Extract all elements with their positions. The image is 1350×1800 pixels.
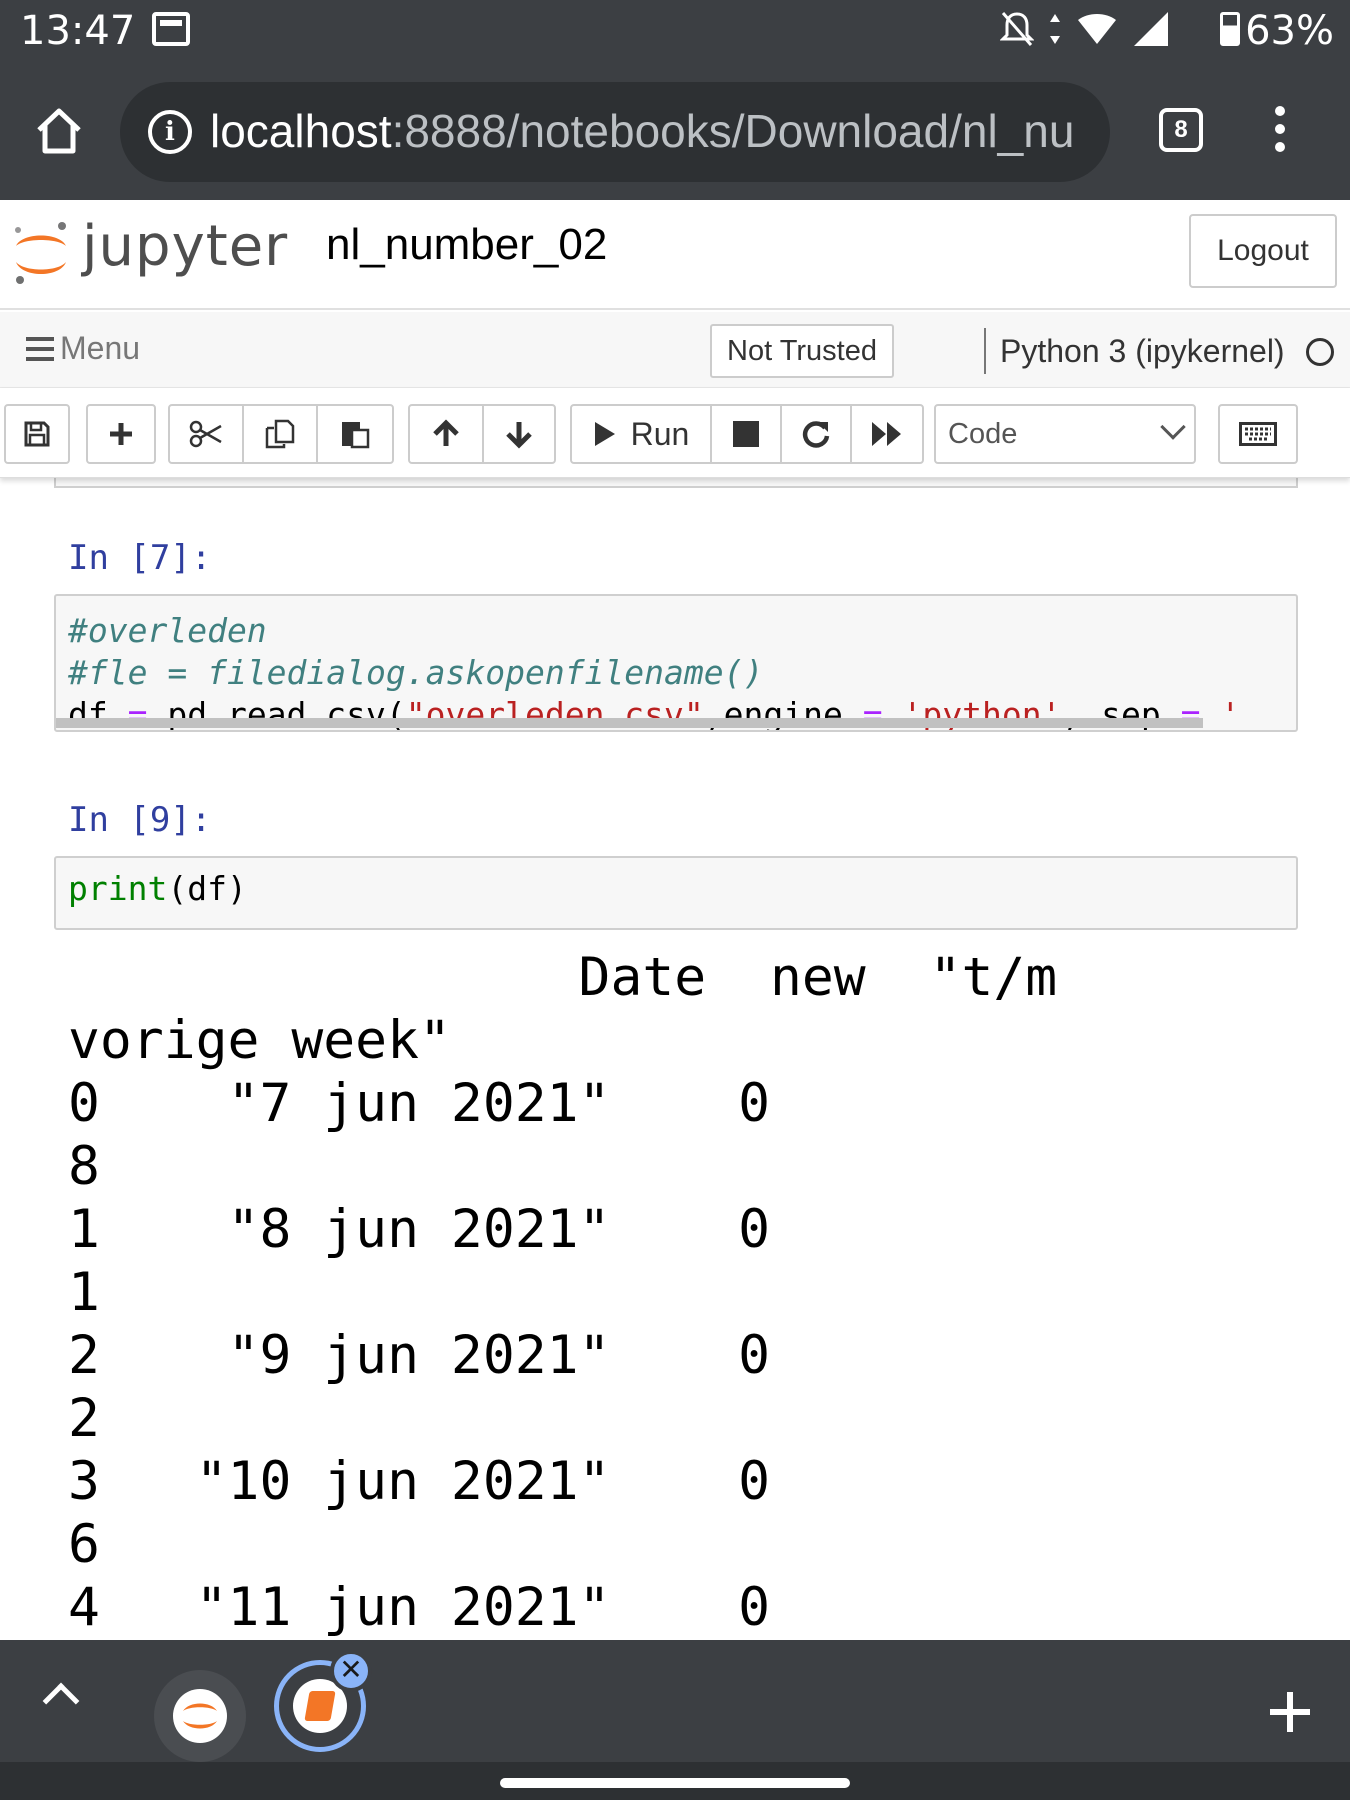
restart-kernel-button[interactable]	[780, 404, 852, 464]
chevron-down-icon	[1160, 414, 1186, 440]
notifications-off-icon	[1000, 12, 1034, 46]
status-icons	[1000, 10, 1170, 48]
new-tab-plus-icon[interactable]	[1270, 1692, 1310, 1732]
chevron-up-icon[interactable]	[42, 1682, 80, 1720]
notebook-toolbar: Run Code	[0, 388, 1350, 478]
copy-button[interactable]	[242, 404, 318, 464]
command-palette-button[interactable]	[1218, 404, 1298, 464]
menu-bar: Menu Not Trusted Python 3 (ipykernel)	[0, 312, 1350, 388]
wifi-icon	[1078, 14, 1116, 44]
home-indicator[interactable]	[500, 1778, 850, 1788]
url-path: :8888/notebooks/Download/nl_nu	[391, 105, 1075, 157]
cut-button[interactable]	[168, 404, 244, 464]
tab-strip: ✕	[0, 1640, 1350, 1762]
browser-toolbar: i localhost:8888/notebooks/Download/nl_n…	[0, 62, 1350, 200]
home-icon[interactable]	[34, 106, 84, 156]
code-line: #overleden	[68, 610, 1284, 652]
move-down-button[interactable]	[482, 404, 556, 464]
tab-jupyter-home[interactable]	[154, 1670, 246, 1762]
restart-icon	[802, 421, 830, 448]
output-line: vorige week"	[68, 1010, 451, 1071]
insert-cell-button[interactable]	[86, 404, 156, 464]
menu-button[interactable]: Menu	[26, 330, 140, 367]
move-up-button[interactable]	[408, 404, 484, 464]
battery-level: 63%	[1245, 8, 1334, 54]
code-cell-input[interactable]: #overleden #fle = filedialog.askopenfilen…	[54, 594, 1298, 732]
battery-icon	[1220, 12, 1240, 46]
cell-type-value: Code	[948, 418, 1018, 450]
notebook-container[interactable]: In [7]: #overleden #fle = filedialog.asko…	[0, 478, 1350, 1638]
code-token: #overleden	[68, 611, 267, 650]
data-arrows-icon	[1050, 14, 1060, 44]
code-editor[interactable]: print(df)	[56, 858, 1296, 924]
address-bar[interactable]: i localhost:8888/notebooks/Download/nl_n…	[120, 82, 1110, 182]
plus-icon	[110, 423, 132, 445]
code-line: print(df)	[68, 868, 1284, 910]
more-options-icon[interactable]	[1270, 106, 1290, 156]
kernel-name[interactable]: Python 3 (ipykernel)	[984, 328, 1285, 374]
output-line: 3 "10 jun 2021" 0	[68, 1451, 770, 1512]
close-tab-icon[interactable]: ✕	[330, 1650, 372, 1692]
code-line: #fle = filedialog.askopenfilename()	[68, 652, 1284, 694]
kernel-status-icon	[1306, 338, 1334, 366]
stop-icon	[733, 421, 759, 447]
save-icon	[24, 421, 50, 447]
output-line: Date new "t/m	[68, 947, 1058, 1008]
save-button[interactable]	[4, 404, 70, 464]
notebook-name[interactable]: nl_number_02	[326, 220, 607, 270]
code-token: (df)	[167, 869, 247, 908]
keyboard-icon	[1239, 422, 1277, 446]
run-button[interactable]: Run	[570, 404, 712, 464]
code-token: print	[68, 869, 168, 908]
signal-icon	[1134, 12, 1168, 46]
url-host: localhost	[210, 105, 392, 157]
code-cell-input[interactable]: print(df)	[54, 856, 1298, 930]
logout-button[interactable]: Logout	[1189, 214, 1337, 288]
info-icon[interactable]: i	[148, 110, 192, 154]
hamburger-icon	[26, 336, 54, 361]
status-time: 13:47	[20, 8, 136, 54]
cell-type-select[interactable]: Code	[934, 404, 1196, 464]
output-line: 4 "11 jun 2021" 0	[68, 1577, 770, 1638]
run-icon	[594, 422, 615, 446]
output-line: 8	[68, 1136, 100, 1197]
menu-label: Menu	[60, 330, 141, 366]
code-token: #fle = filedialog.askopenfilename()	[68, 653, 764, 692]
code-editor[interactable]: #overleden #fle = filedialog.askopenfilen…	[56, 596, 1296, 732]
cell-prompt: In [9]:	[68, 800, 212, 840]
code-token: '	[1200, 695, 1241, 732]
restart-run-all-button[interactable]	[850, 404, 924, 464]
jupyter-header: jupyter nl_number_02 Logout	[0, 200, 1350, 310]
output-line: 2	[68, 1388, 100, 1449]
url-text: localhost:8888/notebooks/Download/nl_nu	[210, 104, 1074, 158]
output-line: 0 "7 jun 2021" 0	[68, 1073, 770, 1134]
paste-icon	[342, 422, 370, 449]
status-bar: 13:47 63%	[0, 0, 1350, 62]
cell-output: Date new "t/m vorige week" 0 "7 jun 2021" …	[68, 946, 1057, 1638]
interrupt-button[interactable]	[710, 404, 782, 464]
output-line: 6	[68, 1514, 100, 1575]
trust-notebook-button[interactable]: Not Trusted	[710, 324, 894, 378]
tab-switcher-button[interactable]: 8	[1159, 108, 1203, 152]
jupyter-logo-text[interactable]: jupyter	[82, 214, 288, 279]
run-label: Run	[630, 415, 690, 452]
jupyter-favicon-icon	[173, 1689, 227, 1743]
output-line: 2 "9 jun 2021" 0	[68, 1325, 770, 1386]
cut-icon	[189, 420, 222, 448]
copy-icon	[265, 419, 295, 449]
paste-button[interactable]	[316, 404, 394, 464]
arrow-down-icon	[506, 422, 532, 449]
output-line: 1 "8 jun 2021" 0	[68, 1199, 770, 1260]
arrow-up-icon	[433, 419, 459, 446]
terminal-icon	[152, 12, 190, 46]
fast-forward-icon	[872, 422, 901, 446]
system-nav-bar	[0, 1762, 1350, 1800]
jupyter-logo-icon[interactable]	[10, 216, 72, 288]
horizontal-scrollbar[interactable]	[56, 718, 1203, 728]
previous-cell[interactable]	[54, 478, 1298, 488]
cell-prompt: In [7]:	[68, 538, 212, 578]
output-line: 1	[68, 1262, 100, 1323]
